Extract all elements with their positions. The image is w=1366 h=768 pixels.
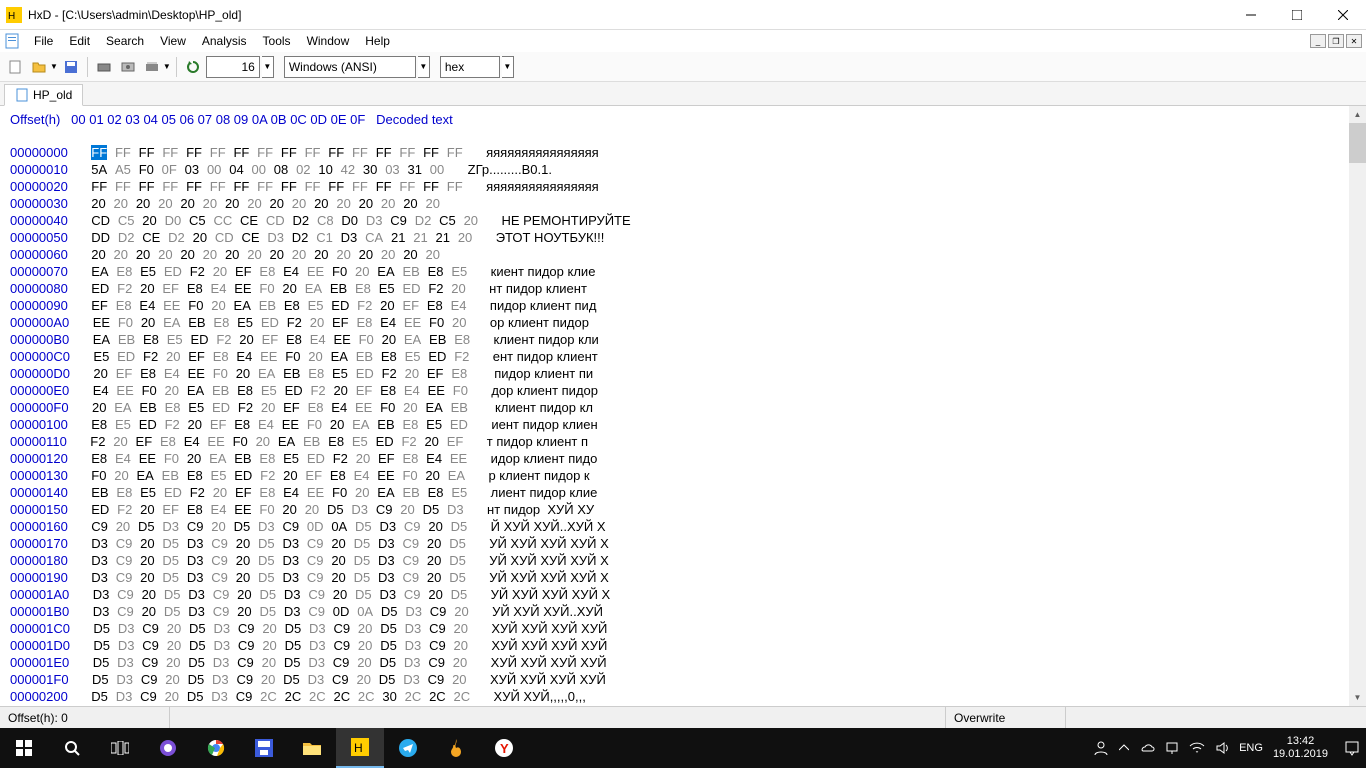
hxd-taskbar-icon[interactable]: H	[336, 728, 384, 768]
status-mode: Overwrite	[946, 707, 1066, 728]
toolbar: ▼ ▼ ▼ ▼ ▼	[0, 52, 1366, 82]
menu-tools[interactable]: Tools	[255, 32, 299, 50]
open-dropdown-icon[interactable]: ▼	[50, 62, 58, 71]
tray-time: 13:42	[1273, 735, 1328, 748]
mdi-minimize-button[interactable]: _	[1310, 34, 1326, 48]
refresh-button[interactable]	[182, 56, 204, 78]
open-ram-button[interactable]	[117, 56, 139, 78]
scroll-up-arrow[interactable]: ▲	[1349, 106, 1366, 123]
base-dropdown[interactable]: ▼	[502, 56, 514, 78]
tray-wifi-icon[interactable]	[1189, 742, 1205, 754]
menu-help[interactable]: Help	[357, 32, 398, 50]
status-offset: Offset(h): 0	[0, 707, 170, 728]
menu-bar: FileEditSearchViewAnalysisToolsWindowHel…	[0, 30, 1366, 52]
hex-editor[interactable]: Offset(h) 00 01 02 03 04 05 06 07 08 09 …	[0, 106, 1366, 706]
menu-analysis[interactable]: Analysis	[194, 32, 255, 50]
close-button[interactable]	[1320, 0, 1366, 30]
bytes-per-row-input[interactable]	[206, 56, 260, 78]
new-file-button[interactable]	[4, 56, 26, 78]
title-bar: H HxD - [C:\Users\admin\Desktop\HP_old]	[0, 0, 1366, 30]
open-disk-button[interactable]	[93, 56, 115, 78]
mdi-restore-button[interactable]: ❐	[1328, 34, 1344, 48]
telegram-icon[interactable]	[384, 728, 432, 768]
status-bar: Offset(h): 0 Overwrite	[0, 706, 1366, 728]
document-tabs: HP_old	[0, 82, 1366, 106]
scroll-down-arrow[interactable]: ▼	[1349, 689, 1366, 706]
tray-clock[interactable]: 13:42 19.01.2019	[1273, 735, 1334, 761]
open-disk-image-button[interactable]	[141, 56, 163, 78]
svg-text:H: H	[8, 11, 15, 22]
tab-label: HP_old	[33, 88, 72, 102]
svg-text:Y: Y	[500, 741, 509, 756]
tab-doc-icon	[15, 88, 29, 102]
tray-notifications-icon[interactable]	[1344, 740, 1360, 756]
save-app-icon[interactable]	[240, 728, 288, 768]
tray-volume-icon[interactable]	[1215, 741, 1229, 755]
tray-language[interactable]: ENG	[1239, 742, 1263, 754]
yandex-icon[interactable]: Y	[480, 728, 528, 768]
start-button[interactable]	[0, 728, 48, 768]
tray-people-icon[interactable]	[1093, 740, 1109, 756]
menu-edit[interactable]: Edit	[61, 32, 98, 50]
search-button[interactable]	[48, 728, 96, 768]
mdi-close-button[interactable]: ✕	[1346, 34, 1362, 48]
system-tray: ENG 13:42 19.01.2019	[1093, 735, 1366, 761]
minimize-button[interactable]	[1228, 0, 1274, 30]
encoding-dropdown[interactable]: ▼	[418, 56, 430, 78]
app-icon: H	[6, 7, 22, 23]
chrome-icon[interactable]	[192, 728, 240, 768]
menu-file[interactable]: File	[26, 32, 61, 50]
save-button[interactable]	[60, 56, 82, 78]
tray-onedrive-icon[interactable]	[1139, 742, 1155, 754]
menu-search[interactable]: Search	[98, 32, 152, 50]
task-view-button[interactable]	[96, 728, 144, 768]
doc-icon	[4, 33, 20, 49]
window-title: HxD - [C:\Users\admin\Desktop\HP_old]	[28, 8, 1228, 22]
tab-hp-old[interactable]: HP_old	[4, 84, 83, 106]
taskbar: H Y ENG 13:42 19.01.2019	[0, 728, 1366, 768]
maximize-button[interactable]	[1274, 0, 1320, 30]
flame-icon[interactable]	[432, 728, 480, 768]
menu-window[interactable]: Window	[299, 32, 358, 50]
open-file-button[interactable]	[28, 56, 50, 78]
scroll-thumb[interactable]	[1349, 123, 1366, 163]
menu-view[interactable]: View	[152, 32, 194, 50]
cortana-icon[interactable]	[144, 728, 192, 768]
vertical-scrollbar[interactable]: ▲ ▼	[1349, 106, 1366, 706]
encoding-select[interactable]	[284, 56, 416, 78]
disk-dropdown-icon[interactable]: ▼	[163, 62, 171, 71]
tray-network-icon[interactable]	[1165, 741, 1179, 755]
bytes-per-row-dropdown[interactable]: ▼	[262, 56, 274, 78]
svg-text:H: H	[354, 741, 363, 755]
explorer-icon[interactable]	[288, 728, 336, 768]
tray-chevron-up-icon[interactable]	[1119, 743, 1129, 753]
base-select[interactable]	[440, 56, 500, 78]
tray-date: 19.01.2019	[1273, 748, 1328, 761]
